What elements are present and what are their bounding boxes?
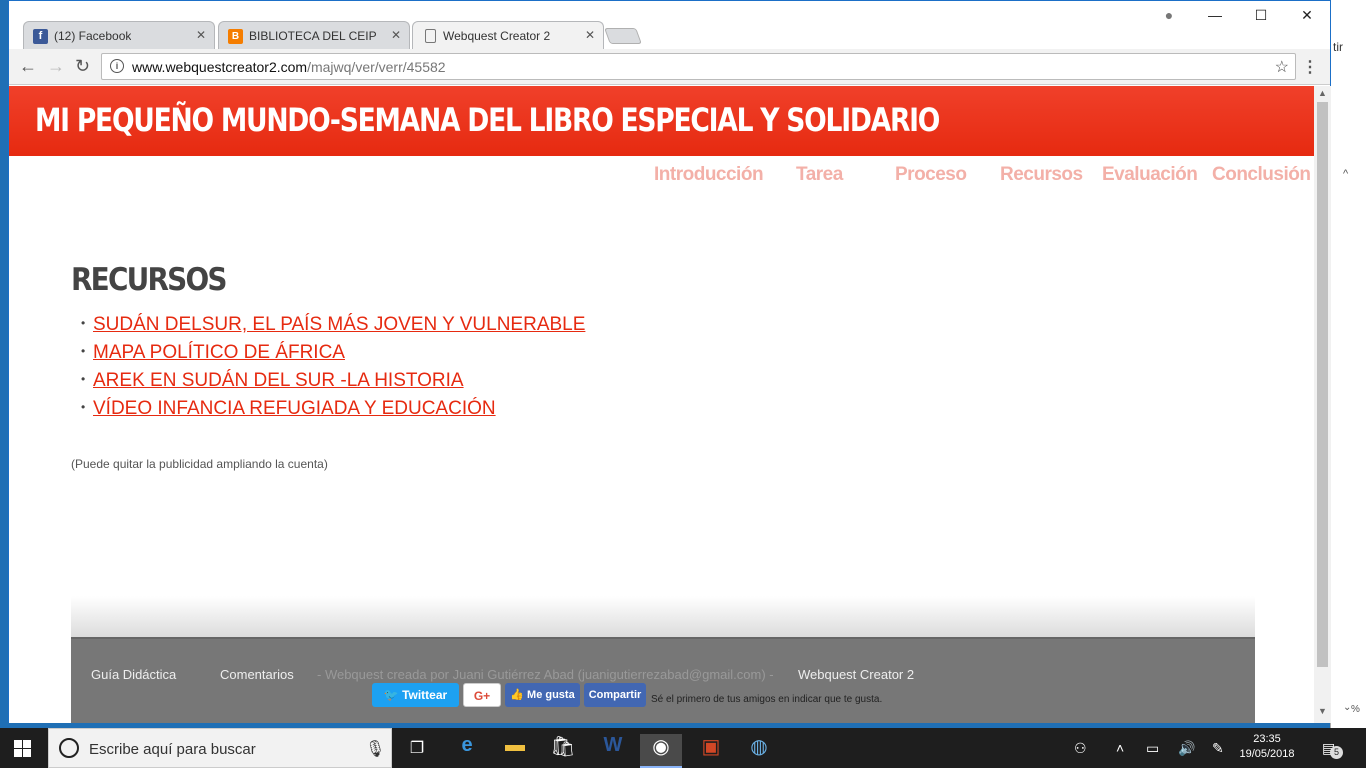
globe-app-icon[interactable]: ◍ — [738, 734, 780, 768]
taskbar-clock[interactable]: 23:35 19/05/2018 — [1238, 732, 1296, 762]
bookmark-star-icon[interactable]: ☆ — [1275, 57, 1289, 77]
cortana-icon — [59, 738, 79, 758]
twitter-icon: 🐦 — [383, 688, 399, 702]
battery-icon[interactable]: ▭ — [1146, 740, 1159, 757]
blogger-icon: B — [228, 29, 243, 44]
browser-toolbar: ← → ↻ i www.webquestcreator2.com/majwq/v… — [9, 49, 1330, 85]
tab-strip: f (12) Facebook ✕ B BIBLIOTECA DEL CEIP … — [9, 1, 1330, 49]
clock-date: 19/05/2018 — [1239, 748, 1295, 760]
page-icon — [425, 29, 436, 43]
list-item: VÍDEO INFANCIA REFUGIADA Y EDUCACIÓN — [81, 398, 585, 426]
scroll-down-icon[interactable]: ▼ — [1318, 706, 1327, 716]
twitter-button[interactable]: 🐦 Twittear — [372, 683, 459, 707]
word-icon[interactable]: W — [592, 734, 634, 768]
share-button[interactable]: Compartir — [584, 683, 646, 707]
edge-icon[interactable]: e — [446, 734, 488, 768]
chevron-up-icon: ^ — [1343, 168, 1349, 180]
resource-list: SUDÁN DELSUR, EL PAÍS MÁS JOVEN Y VULNER… — [81, 314, 585, 426]
nav-conclusion[interactable]: Conclusión — [1212, 164, 1311, 186]
tab-title: BIBLIOTECA DEL CEIP ME — [249, 29, 379, 43]
background-window: tir ^ ⌄ % — [1330, 0, 1366, 728]
menu-icon[interactable]: ⋮ — [1302, 57, 1318, 77]
twitter-label: Twittear — [402, 688, 448, 702]
task-view-icon[interactable]: ❐ — [396, 738, 438, 768]
nav-proceso[interactable]: Proceso — [895, 164, 967, 186]
footer-credit: - Webquest creada por Juani Gutiérrez Ab… — [317, 667, 774, 682]
windows-start-icon[interactable] — [14, 740, 32, 758]
nav-introduccion[interactable]: Introducción — [654, 164, 764, 186]
site-footer: Guía Didáctica Comentarios - Webquest cr… — [71, 639, 1255, 723]
taskbar-search[interactable]: Escribe aquí para buscar 🎙 — [48, 728, 392, 768]
tab-title: (12) Facebook — [54, 29, 132, 43]
footer-guide-link[interactable]: Guía Didáctica — [91, 667, 176, 682]
microphone-icon[interactable]: 🎙 — [365, 739, 385, 759]
people-icon[interactable]: ⚇ — [1074, 740, 1087, 757]
back-icon[interactable]: ← — [19, 56, 37, 77]
resource-link[interactable]: SUDÁN DELSUR, EL PAÍS MÁS JOVEN Y VULNER… — [93, 314, 585, 335]
ad-note: (Puede quitar la publicidad ampliando la… — [71, 457, 328, 471]
scroll-up-icon[interactable]: ▲ — [1318, 88, 1327, 98]
notification-center-icon[interactable]: ▤ 5 — [1322, 740, 1343, 759]
close-window-icon[interactable]: ✕ — [1297, 7, 1317, 24]
tab-facebook[interactable]: f (12) Facebook ✕ — [23, 21, 215, 49]
resource-link[interactable]: AREK EN SUDÁN DEL SUR -LA HISTORIA — [93, 370, 464, 391]
background-window-text: tir — [1333, 40, 1343, 54]
tab-biblioteca[interactable]: B BIBLIOTECA DEL CEIP ME ✕ — [218, 21, 410, 49]
site-nav: Introducción Tarea Proceso Recursos Eval… — [9, 164, 1314, 194]
zoom-percent: % — [1351, 704, 1360, 715]
scrollbar-thumb[interactable] — [1317, 102, 1328, 667]
thumbs-up-icon: 👍 — [510, 689, 524, 701]
taskbar: Escribe aquí para buscar 🎙 ❐ e ▬ 🛍 W ◉ ▣… — [0, 728, 1366, 768]
site-title: MI PEQUEÑO MUNDO-SEMANA DEL LIBRO ESPECI… — [35, 101, 940, 139]
footer-gradient — [71, 596, 1255, 639]
powerpoint-icon[interactable]: ▣ — [690, 734, 732, 768]
nav-recursos[interactable]: Recursos — [1000, 164, 1083, 186]
pen-icon[interactable]: ✎ — [1212, 740, 1224, 757]
profile-icon[interactable]: ● — [1159, 7, 1179, 23]
minimize-icon[interactable]: — — [1205, 7, 1225, 23]
info-icon[interactable]: i — [110, 59, 124, 73]
gplus-button[interactable]: G+ — [463, 683, 501, 707]
social-note: Sé el primero de tus amigos en indicar q… — [651, 694, 883, 705]
reload-icon[interactable]: ↻ — [75, 56, 90, 77]
section-title: RECURSOS — [71, 262, 227, 298]
address-bar[interactable]: i www.webquestcreator2.com/majwq/ver/ver… — [101, 53, 1296, 80]
url-host: www.webquestcreator2.com — [132, 59, 308, 75]
clock-time: 23:35 — [1253, 733, 1281, 745]
list-item: AREK EN SUDÁN DEL SUR -LA HISTORIA — [81, 370, 585, 398]
list-item: SUDÁN DELSUR, EL PAÍS MÁS JOVEN Y VULNER… — [81, 314, 585, 342]
page-viewport: MI PEQUEÑO MUNDO-SEMANA DEL LIBRO ESPECI… — [9, 86, 1314, 723]
maximize-icon[interactable]: ☐ — [1251, 7, 1271, 24]
browser-window: f (12) Facebook ✕ B BIBLIOTECA DEL CEIP … — [8, 0, 1331, 723]
resource-link[interactable]: VÍDEO INFANCIA REFUGIADA Y EDUCACIÓN — [93, 398, 496, 419]
store-icon[interactable]: 🛍 — [542, 734, 584, 768]
footer-comments-link[interactable]: Comentarios — [220, 667, 294, 682]
close-icon[interactable]: ✕ — [585, 28, 595, 42]
tab-webquest[interactable]: Webquest Creator 2 ✕ — [412, 21, 604, 49]
chevron-up-icon[interactable]: ˄ — [1116, 740, 1124, 756]
search-placeholder: Escribe aquí para buscar — [89, 741, 256, 758]
notification-badge: 5 — [1330, 746, 1343, 759]
like-button[interactable]: 👍 Me gusta — [505, 683, 580, 707]
forward-icon[interactable]: → — [47, 56, 65, 77]
chrome-icon[interactable]: ◉ — [640, 734, 682, 768]
scrollbar[interactable]: ▲ ▼ — [1314, 86, 1331, 723]
new-tab-button[interactable] — [604, 28, 642, 44]
list-item: MAPA POLÍTICO DE ÁFRICA — [81, 342, 585, 370]
nav-evaluacion[interactable]: Evaluación — [1102, 164, 1198, 186]
close-icon[interactable]: ✕ — [391, 28, 401, 42]
site-header: MI PEQUEÑO MUNDO-SEMANA DEL LIBRO ESPECI… — [9, 86, 1314, 156]
resource-link[interactable]: MAPA POLÍTICO DE ÁFRICA — [93, 342, 345, 363]
tab-title: Webquest Creator 2 — [443, 29, 551, 43]
facebook-icon: f — [33, 29, 48, 44]
like-label: Me gusta — [527, 689, 575, 701]
close-icon[interactable]: ✕ — [196, 28, 206, 42]
url-path: /majwq/ver/verr/45582 — [307, 59, 446, 75]
volume-icon[interactable]: 🔊 — [1178, 740, 1195, 757]
nav-tarea[interactable]: Tarea — [796, 164, 843, 186]
file-explorer-icon[interactable]: ▬ — [494, 734, 536, 768]
footer-brand-link[interactable]: Webquest Creator 2 — [798, 667, 914, 682]
